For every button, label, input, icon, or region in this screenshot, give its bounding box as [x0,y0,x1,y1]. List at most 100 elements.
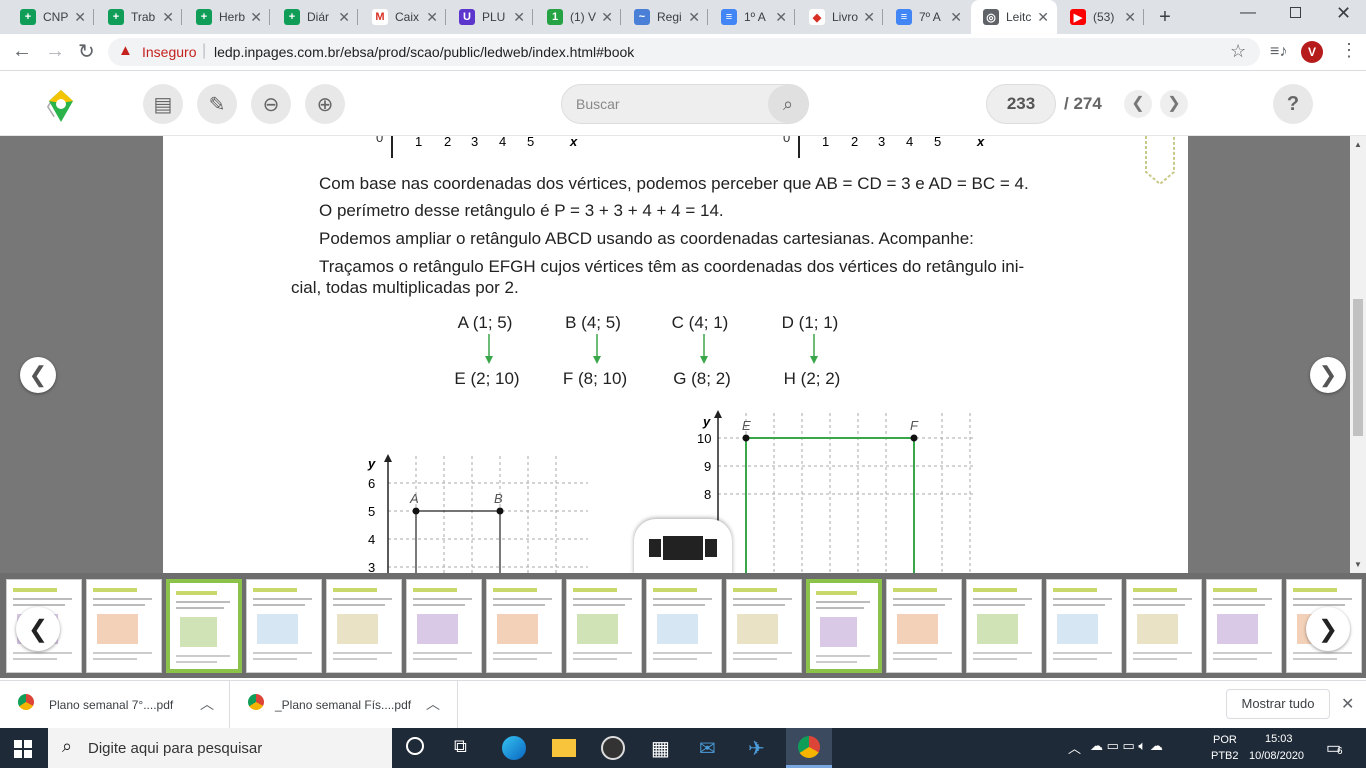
profile-avatar[interactable]: V [1301,41,1323,63]
store-icon[interactable]: ▦ [651,736,670,761]
obs-icon[interactable] [601,736,625,760]
close-download-bar-icon[interactable]: ✕ [1341,694,1354,714]
browser-tab[interactable]: ~ Regi ✕ [622,0,708,34]
download-item[interactable]: _Plano semanal Fís....pdf ︿ [230,681,458,728]
page-thumbnail[interactable] [726,579,802,673]
thumbnail-toggle-button[interactable] [634,519,732,573]
browser-tab[interactable]: + Trab ✕ [96,0,182,34]
browser-tab[interactable]: M Caix ✕ [360,0,446,34]
page-thumbnail[interactable] [566,579,642,673]
taskbar-search-input[interactable]: Digite aqui para pesquisar [88,740,262,757]
browser-tab[interactable]: ◆ Livro ✕ [797,0,883,34]
next-page-button[interactable]: ❯ [1160,90,1188,118]
next-page-arrow[interactable]: ❯ [1310,357,1346,393]
page-thumbnail[interactable] [646,579,722,673]
tab-close-icon[interactable]: ✕ [426,9,438,26]
prev-page-arrow[interactable]: ❮ [20,357,56,393]
thumbs-prev-button[interactable]: ❮ [16,607,60,651]
network-app-icon[interactable]: ✈ [748,736,765,761]
page-thumbnail[interactable] [86,579,162,673]
chevron-up-icon[interactable]: ︿ [200,694,214,714]
chevron-up-icon[interactable]: ︿ [426,694,440,714]
source-vertex: D (1; 1) [781,313,839,332]
tab-close-icon[interactable]: ✕ [338,9,350,26]
vertical-scrollbar[interactable]: ▲ ▼ [1350,136,1366,573]
browser-tab[interactable]: ≡ 7º A ✕ [884,0,970,34]
forward-icon[interactable]: → [45,40,65,63]
browser-tab[interactable]: ▶ (53) ✕ [1058,0,1144,34]
scroll-thumb[interactable] [1353,299,1363,436]
media-icon[interactable]: ≡♪ [1270,43,1287,61]
page-thumbnail[interactable] [886,579,962,673]
edge-icon[interactable] [502,736,526,760]
close-window-button[interactable]: ✕ [1336,3,1351,24]
browser-menu-icon[interactable]: ⋮ [1340,40,1358,61]
cortana-icon[interactable] [406,737,424,755]
page-thumbnail[interactable] [326,579,402,673]
file-explorer-icon[interactable] [552,739,576,757]
tab-close-icon[interactable]: ✕ [863,9,875,26]
tab-close-icon[interactable]: ✕ [162,9,174,26]
page-thumbnail[interactable] [486,579,562,673]
search-icon[interactable]: ⌕ [768,85,808,123]
prev-page-button[interactable]: ❮ [1124,90,1152,118]
tab-close-icon[interactable]: ✕ [1124,9,1136,26]
bookmark-ribbon-icon[interactable] [1144,136,1176,186]
taskbar-search[interactable]: ⌕ Digite aqui para pesquisar [48,728,392,768]
search-input[interactable]: Buscar [576,96,620,112]
scroll-up-arrow[interactable]: ▲ [1354,140,1362,149]
show-all-button[interactable]: Mostrar tudo [1226,689,1330,719]
tab-close-icon[interactable]: ✕ [250,9,262,26]
keyboard-layout[interactable]: PTB2 [1211,750,1239,762]
zoom-in-icon[interactable]: ⊕ [305,84,345,124]
page-thumbnail[interactable] [406,579,482,673]
page-thumbnail[interactable] [806,579,882,673]
windows-start-icon[interactable] [14,740,32,758]
tray-icons[interactable]: ☁ ▭ ▭ 🔈︎ ☁ [1090,738,1163,754]
mail-icon[interactable]: ✉ [699,736,716,761]
library-icon[interactable]: ▤ [143,84,183,124]
page-thumbnail[interactable] [966,579,1042,673]
browser-tab[interactable]: ≡ 1º A ✕ [709,0,795,34]
language-indicator[interactable]: POR [1213,734,1237,746]
tab-close-icon[interactable]: ✕ [1037,9,1049,26]
maximize-button[interactable] [1290,7,1301,18]
tab-close-icon[interactable]: ✕ [74,9,86,26]
tab-close-icon[interactable]: ✕ [775,9,787,26]
zoom-out-icon[interactable]: ⊖ [251,84,291,124]
scroll-down-arrow[interactable]: ▼ [1354,560,1362,569]
task-view-icon[interactable]: ⧉ [454,736,467,757]
tab-close-icon[interactable]: ✕ [601,9,613,26]
help-button[interactable]: ? [1273,84,1313,124]
browser-tab[interactable]: 1 (1) V ✕ [535,0,621,34]
tray-chevron-up-icon[interactable]: ︿ [1068,738,1081,757]
browser-tab[interactable]: U PLU ✕ [447,0,533,34]
minimize-button[interactable]: — [1240,4,1260,24]
thumbs-next-button[interactable]: ❯ [1306,607,1350,651]
axis-tick: 1 [415,136,423,149]
page-thumbnail[interactable] [1046,579,1122,673]
reload-icon[interactable]: ↻ [78,39,95,64]
browser-tab[interactable]: + CNP ✕ [8,0,94,34]
page-thumbnail[interactable] [166,579,242,673]
browser-tab[interactable]: ◎ Leitc ✕ [971,0,1057,34]
clock-date[interactable]: 10/08/2020 [1249,750,1304,762]
tab-close-icon[interactable]: ✕ [513,9,525,26]
tools-icon[interactable]: ✎ [197,84,237,124]
page-number-input[interactable]: 233 [986,84,1056,124]
browser-tab[interactable]: + Herb ✕ [184,0,270,34]
browser-tab[interactable]: + Diár ✕ [272,0,358,34]
new-tab-button[interactable]: + [1153,5,1177,29]
page-thumbnail[interactable] [246,579,322,673]
back-icon[interactable]: ← [12,40,32,63]
clock-time[interactable]: 15:03 [1265,733,1293,745]
download-item[interactable]: Plano semanal 7°....pdf ︿ [0,681,230,728]
tab-close-icon[interactable]: ✕ [950,9,962,26]
page-thumbnail[interactable] [1206,579,1282,673]
address-bar[interactable]: ▲ Inseguro | ledp.inpages.com.br/ebsa/pr… [108,38,1260,66]
bookmark-star-icon[interactable]: ☆ [1230,41,1246,62]
search-box[interactable]: Buscar ⌕ [561,84,809,124]
chrome-taskbar-button[interactable] [786,728,832,768]
page-thumbnail[interactable] [1126,579,1202,673]
tab-close-icon[interactable]: ✕ [688,9,700,26]
